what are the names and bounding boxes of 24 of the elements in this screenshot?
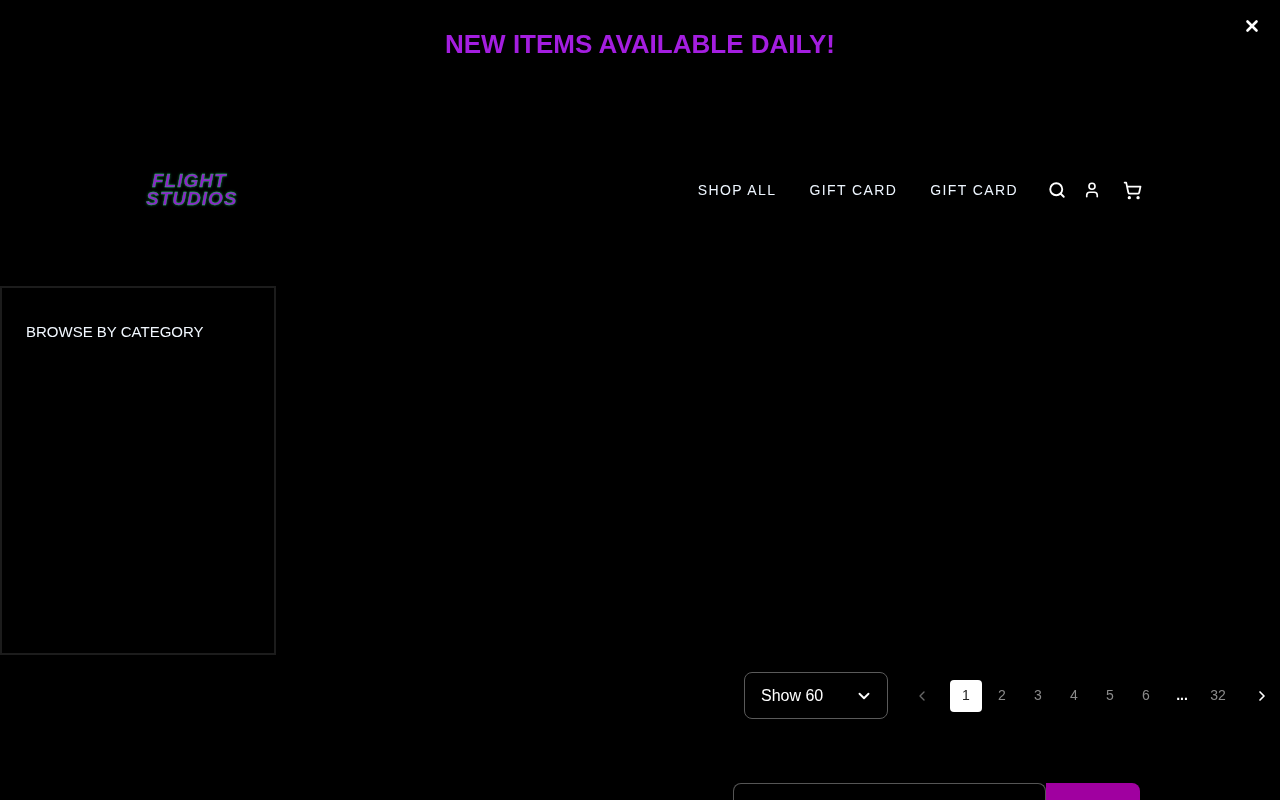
nav-link[interactable]: GIFT CARD — [930, 179, 1018, 201]
logo[interactable]: FLIGHT STUDIOS — [138, 172, 238, 208]
close-button[interactable] — [1243, 17, 1261, 35]
search-button[interactable] — [1048, 181, 1066, 199]
search-icon — [1048, 181, 1066, 199]
page-size-select[interactable]: Show 60 — [744, 672, 888, 719]
page-link[interactable]: 3 — [1022, 679, 1054, 712]
close-icon — [1243, 17, 1261, 35]
user-icon — [1083, 181, 1101, 199]
email-input-field[interactable] — [733, 783, 1046, 800]
page-link[interactable]: 4 — [1058, 679, 1090, 712]
nav-link[interactable]: SHOP ALL — [697, 179, 777, 201]
page-link[interactable]: 32 — [1202, 679, 1234, 712]
page-link[interactable]: 6 — [1130, 679, 1162, 712]
page-link[interactable]: 1 — [950, 679, 982, 712]
pagination-ellipsis: ... — [1175, 686, 1189, 705]
nav-link[interactable]: GIFT CARD — [809, 179, 898, 201]
page-link[interactable]: 5 — [1094, 679, 1126, 712]
cart-icon — [1123, 180, 1142, 200]
announcement-text: NEW ITEMS AVAILABLE DAILY! — [445, 27, 835, 61]
account-button[interactable] — [1083, 181, 1101, 199]
page-link[interactable]: 2 — [986, 679, 1018, 712]
cart-button[interactable] — [1123, 180, 1142, 200]
sidebar-title: BROWSE BY CATEGORY — [26, 323, 204, 340]
